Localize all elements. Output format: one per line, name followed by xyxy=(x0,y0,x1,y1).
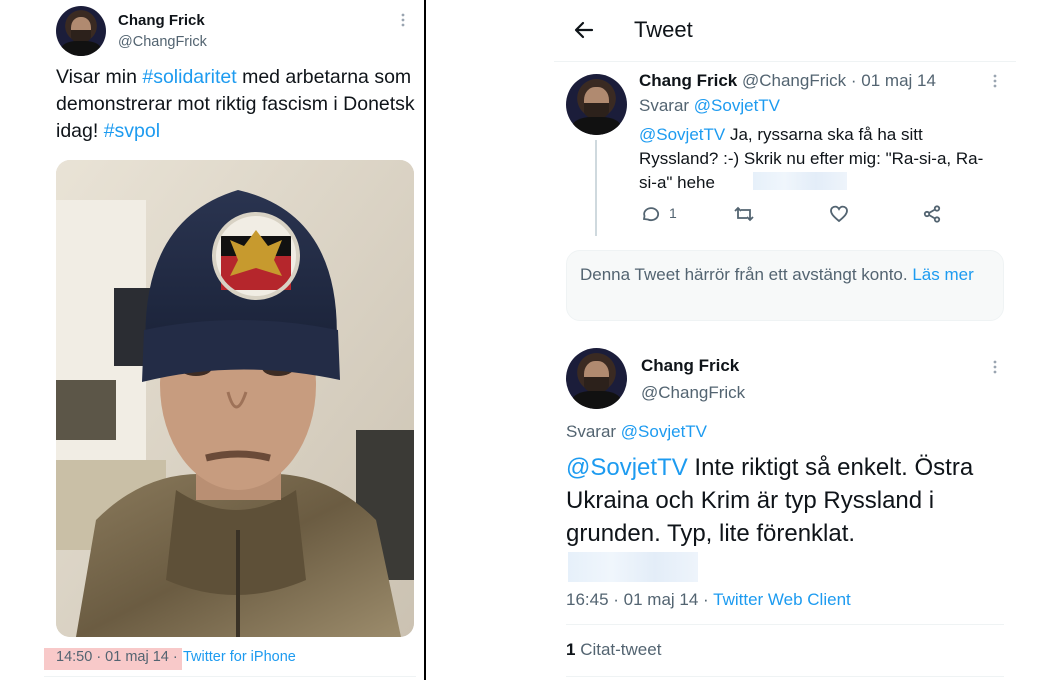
replying-label: Svarar xyxy=(639,96,694,115)
suspended-notice: Denna Tweet härrör från ett avstängt kon… xyxy=(566,250,1004,321)
author-handle[interactable]: @ChangFrick xyxy=(118,34,207,50)
tweet-source-link[interactable]: Twitter for iPhone xyxy=(183,649,296,665)
blurred-link xyxy=(753,172,847,190)
quote-label: Citat-tweet xyxy=(575,640,662,659)
divider xyxy=(44,676,416,677)
author-name[interactable]: Chang Frick xyxy=(641,356,739,376)
suspended-text: Denna Tweet härrör från ett avstängt kon… xyxy=(580,265,913,284)
avatar[interactable] xyxy=(566,74,627,135)
avatar[interactable] xyxy=(566,348,627,409)
more-dots-icon[interactable] xyxy=(992,359,998,380)
arrow-left-icon[interactable] xyxy=(572,18,596,47)
tweet-meta: 16:45 · 01 maj 14 · Twitter Web Client xyxy=(566,590,851,610)
read-more-link[interactable]: Läs mer xyxy=(912,265,973,284)
hashtag-link[interactable]: #solidaritet xyxy=(142,66,236,88)
retweet-icon[interactable] xyxy=(733,204,755,229)
author-name[interactable]: Chang Frick xyxy=(639,71,737,90)
share-icon[interactable] xyxy=(922,204,942,229)
quote-stats[interactable]: 1 Citat-tweet xyxy=(566,640,661,660)
blurred-link xyxy=(568,552,698,582)
hashtag-link[interactable]: #svpol xyxy=(104,120,160,142)
header-divider xyxy=(554,61,1016,62)
reply-count[interactable]: 1 xyxy=(669,205,677,221)
left-tweet-panel: Chang Frick @ChangFrick Visar min #solid… xyxy=(0,0,424,680)
mention-link[interactable]: @SovjetTV xyxy=(694,96,780,115)
tweet-timestamp[interactable]: 16:45 · 01 maj 14 · xyxy=(566,590,709,609)
thread-line xyxy=(595,140,597,236)
author-handle[interactable]: @ChangFrick xyxy=(641,383,745,403)
mention-link[interactable]: @SovjetTV xyxy=(639,125,725,144)
tweet-date[interactable]: · 01 maj 14 xyxy=(851,71,936,90)
tweet-text-part: Visar min xyxy=(56,66,143,88)
tweet-photo[interactable] xyxy=(56,160,414,637)
page-title: Tweet xyxy=(634,17,693,42)
mention-link[interactable]: @SovjetTV xyxy=(621,422,707,441)
reply-author-row: Chang Frick @ChangFrick · 01 maj 14 xyxy=(639,71,936,91)
more-dots-icon[interactable] xyxy=(400,12,406,32)
replying-to: Svarar @SovjetTV xyxy=(566,422,707,442)
main-tweet-text: @SovjetTV Inte riktigt så enkelt. Östra … xyxy=(566,451,1016,550)
author-handle[interactable]: @ChangFrick xyxy=(742,71,846,90)
divider xyxy=(566,676,1004,677)
reply-icon[interactable] xyxy=(640,204,660,229)
tweet-text: Visar min #solidaritet med arbetarna som… xyxy=(56,64,416,145)
divider xyxy=(566,624,1004,625)
mention-link[interactable]: @SovjetTV xyxy=(566,454,688,481)
replying-label: Svarar xyxy=(566,422,621,441)
tweet-timestamp[interactable]: 14:50 · 01 maj 14 · xyxy=(56,649,178,665)
right-thread-panel: Tweet Chang Frick @ChangFrick · 01 maj 1… xyxy=(426,0,1040,680)
like-icon[interactable] xyxy=(829,204,849,229)
replying-to: Svarar @SovjetTV xyxy=(639,96,780,116)
avatar[interactable] xyxy=(56,6,106,56)
more-dots-icon[interactable] xyxy=(992,73,998,94)
author-name[interactable]: Chang Frick xyxy=(118,12,205,29)
tweet-source-link[interactable]: Twitter Web Client xyxy=(713,590,851,609)
